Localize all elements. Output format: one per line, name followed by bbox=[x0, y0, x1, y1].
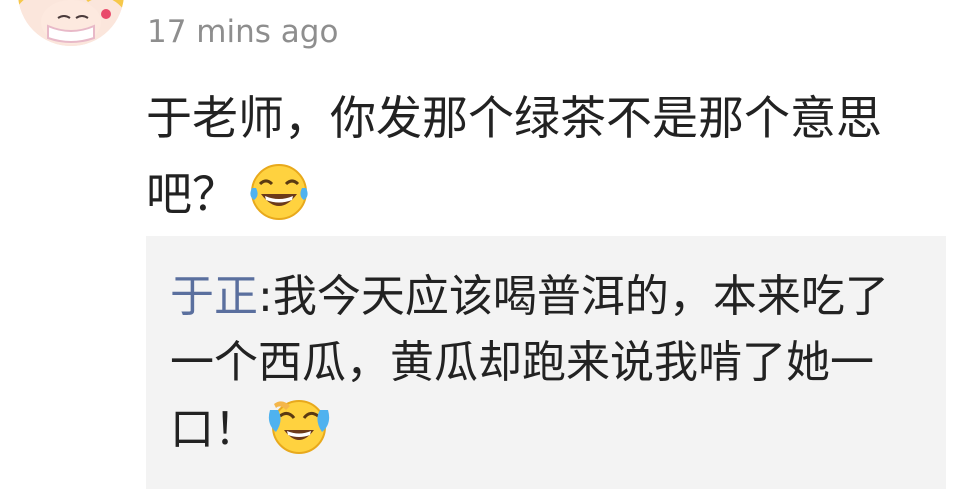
tears-of-joy-icon bbox=[268, 396, 330, 475]
tears-of-joy-icon bbox=[248, 162, 310, 244]
comment-thread: 17 mins ago 于老师，你发那个绿茶不是那个意思吧？ 于正:我今天应该喝… bbox=[0, 0, 960, 489]
reply-body: 于正:我今天应该喝普洱的，本来吃了一个西瓜，黄瓜却跑来说我啃了她一口！ bbox=[170, 264, 930, 475]
user-avatar[interactable] bbox=[18, 0, 124, 46]
avatar-illustration bbox=[18, 0, 124, 46]
comment-timestamp: 17 mins ago bbox=[147, 14, 339, 50]
reply-quote: 于正:我今天应该喝普洱的，本来吃了一个西瓜，黄瓜却跑来说我啃了她一口！ bbox=[146, 236, 946, 489]
comment-body: 于老师，你发那个绿茶不是那个意思吧？ bbox=[146, 80, 936, 244]
reply-author-link[interactable]: 于正 bbox=[170, 271, 258, 322]
reply-separator: : bbox=[258, 271, 273, 322]
more-options-icon[interactable] bbox=[894, 0, 914, 2]
